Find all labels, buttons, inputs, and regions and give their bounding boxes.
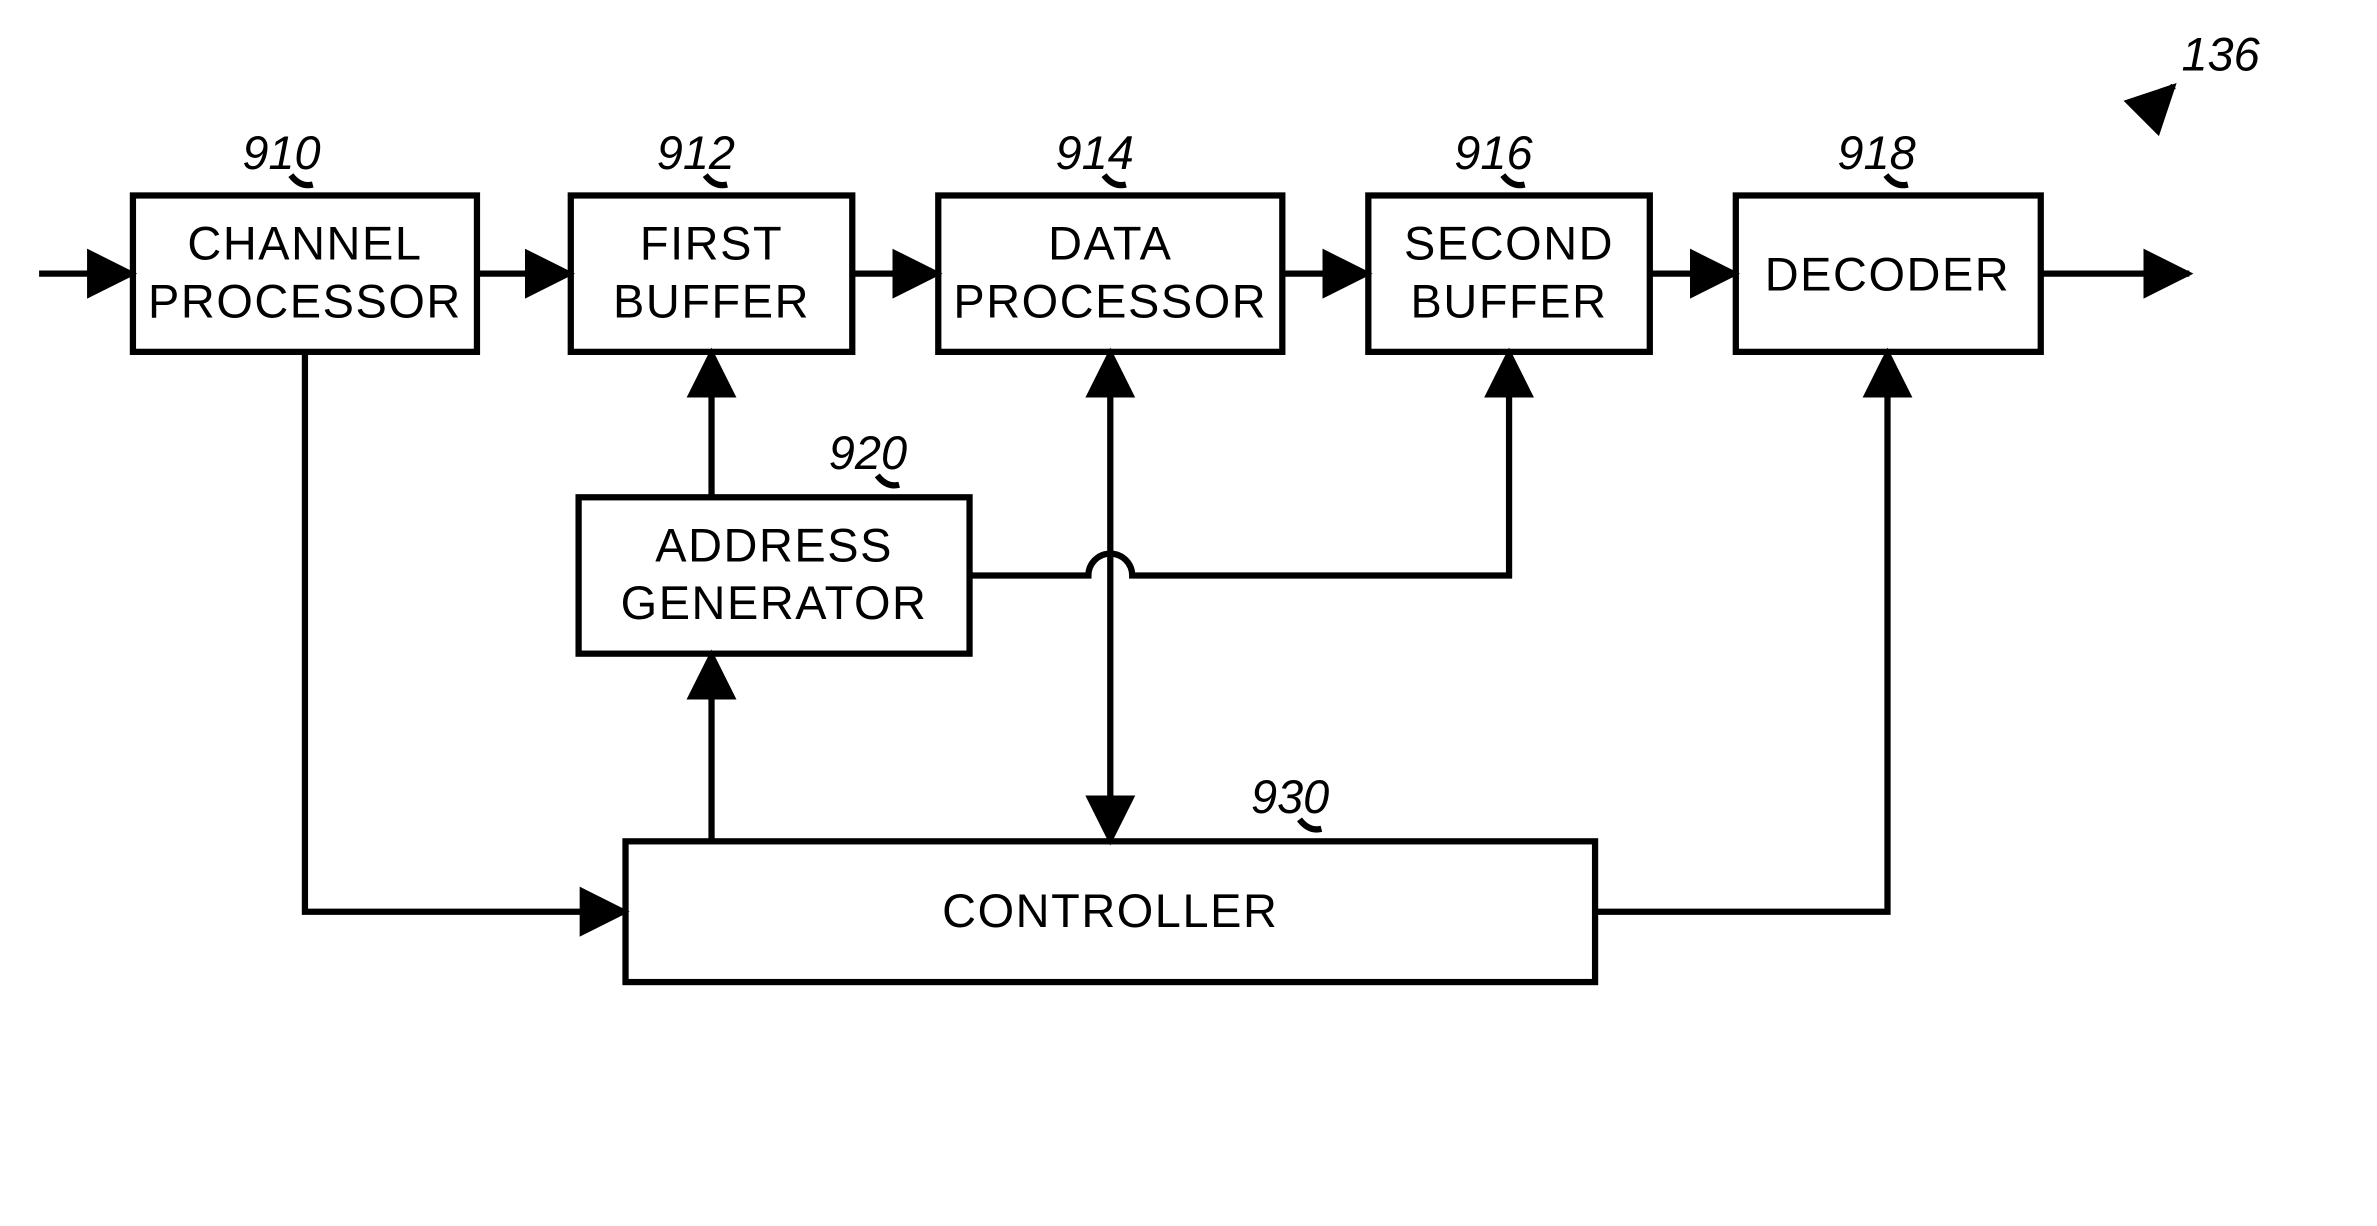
label-910-l1: CHANNEL <box>187 217 422 269</box>
label-930-l1: CONTROLLER <box>942 885 1278 937</box>
figure-ref: 136 <box>2181 28 2260 80</box>
label-916-l2: BUFFER <box>1411 275 1608 327</box>
ref-930: 930 <box>1251 771 1329 823</box>
wire-930-918 <box>1595 352 1887 912</box>
label-912-l2: BUFFER <box>613 275 810 327</box>
ref-914: 914 <box>1056 127 1134 179</box>
ref-916: 916 <box>1454 127 1533 179</box>
ref-910: 910 <box>242 127 320 179</box>
label-914-l2: PROCESSOR <box>953 275 1267 327</box>
ref-918: 918 <box>1837 127 1915 179</box>
label-916-l1: SECOND <box>1404 217 1614 269</box>
wire-920-916 <box>970 352 1510 576</box>
label-910-l2: PROCESSOR <box>148 275 462 327</box>
label-914-l1: DATA <box>1048 217 1172 269</box>
label-912-l1: FIRST <box>640 217 783 269</box>
ref-912: 912 <box>657 127 735 179</box>
label-920-l1: ADDRESS <box>655 519 893 571</box>
ref-920: 920 <box>829 427 907 479</box>
label-918-l1: DECODER <box>1765 249 2011 301</box>
label-920-l2: GENERATOR <box>621 577 928 629</box>
block-diagram: 136 910 CHANNEL PROCESSOR 912 FIRST BUFF… <box>0 0 2377 1204</box>
